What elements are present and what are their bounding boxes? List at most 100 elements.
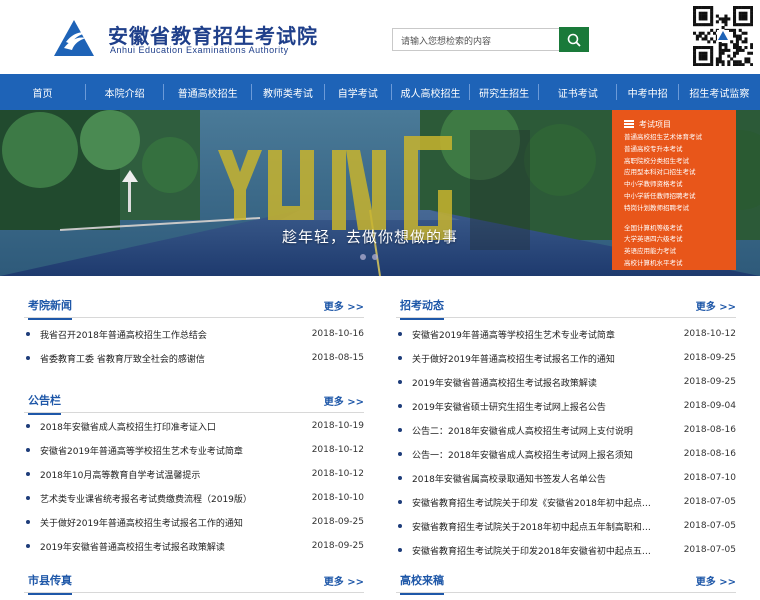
news-date: 2018-08-16	[683, 449, 736, 459]
site-logo-icon[interactable]	[52, 18, 96, 58]
banner-dots	[360, 254, 378, 260]
news-row[interactable]: 2019年安徽省硕士研究生招生考试网上报名公告 2018-09-04	[396, 394, 736, 418]
bullet-icon	[26, 356, 30, 360]
news-title[interactable]: 2018年安徽省属高校录取通知书签发人名单公告	[412, 472, 677, 485]
qr-code-icon	[693, 6, 753, 66]
news-row[interactable]: 2018年安徽省成人高校招生打印准考证入口 2018-10-19	[24, 414, 364, 438]
news-title[interactable]: 安徽省教育招生考试院关于2018年初中起点五年制高职和…	[412, 520, 677, 533]
bullet-icon	[398, 548, 402, 552]
news-row[interactable]: 公告一：2018年安徽省成人高校招生考试网上报名须知 2018-08-16	[396, 442, 736, 466]
news-date: 2018-07-05	[683, 545, 736, 555]
search-button[interactable]	[559, 27, 589, 52]
more-link[interactable]: 更多 >>	[324, 298, 364, 313]
news-title[interactable]: 安徽省教育招生考试院关于印发《安徽省2018年初中起点…	[412, 496, 677, 509]
bullet-icon	[398, 452, 402, 456]
news-row[interactable]: 2019年安徽省普通高校招生考试报名政策解读 2018-09-25	[396, 370, 736, 394]
nav-item[interactable]: 证书考试	[539, 74, 616, 110]
more-link[interactable]: 更多 >>	[324, 393, 364, 408]
news-title[interactable]: 安徽省2019年普通高等学校招生艺术专业考试简章	[40, 444, 305, 457]
nav-item[interactable]: 首页	[0, 74, 85, 110]
news-title[interactable]: 公告一：2018年安徽省成人高校招生考试网上报名须知	[412, 448, 677, 461]
news-row[interactable]: 安徽省2019年普通高等学校招生艺术专业考试简章 2018-10-12	[396, 322, 736, 346]
news-row[interactable]: 2018年10月高等教育自学考试温馨提示 2018-10-12	[24, 462, 364, 486]
banner-dot[interactable]	[360, 254, 366, 260]
bullet-icon	[26, 520, 30, 524]
nav-item[interactable]: 本院介绍	[86, 74, 163, 110]
news-title[interactable]: 公告二：2018年安徽省成人高校招生考试网上支付说明	[412, 424, 677, 437]
banner-dot[interactable]	[372, 254, 378, 260]
news-row[interactable]: 关于做好2019年普通高校招生考试报名工作的通知 2018-09-25	[396, 346, 736, 370]
section-title[interactable]: 公告栏	[28, 392, 61, 415]
section-university-submissions: 高校来稿 更多 >>	[396, 568, 736, 595]
section-title[interactable]: 高校来稿	[400, 572, 444, 595]
exam-gap	[624, 215, 736, 223]
exam-panel-title: 考试项目	[639, 119, 671, 129]
news-date: 2018-10-16	[311, 329, 364, 339]
exam-link[interactable]: 大学英语四六级考试	[624, 234, 736, 246]
news-date: 2018-10-12	[683, 329, 736, 339]
news-date: 2018-10-12	[311, 445, 364, 455]
more-link[interactable]: 更多 >>	[324, 573, 364, 588]
news-title[interactable]: 2019年安徽省硕士研究生招生考试网上报名公告	[412, 400, 677, 413]
news-title[interactable]: 关于做好2019年普通高校招生考试报名工作的通知	[40, 516, 305, 529]
news-row[interactable]: 安徽省教育招生考试院关于印发2018年安徽省初中起点五… 2018-07-05	[396, 538, 736, 562]
news-date: 2018-07-05	[683, 497, 736, 507]
news-title[interactable]: 2018年10月高等教育自学考试温馨提示	[40, 468, 305, 481]
news-row[interactable]: 艺术类专业课省统考报名考试费缴费流程（2019版） 2018-10-10	[24, 486, 364, 510]
news-row[interactable]: 公告二：2018年安徽省成人高校招生考试网上支付说明 2018-08-16	[396, 418, 736, 442]
nav-item[interactable]: 教师类考试	[252, 74, 324, 110]
news-row[interactable]: 安徽省2019年普通高等学校招生艺术专业考试简章 2018-10-12	[24, 438, 364, 462]
bullet-icon	[26, 448, 30, 452]
exam-link[interactable]: 特岗计划教师招聘考试	[624, 203, 736, 215]
bullet-icon	[398, 332, 402, 336]
nav-item[interactable]: 自学考试	[325, 74, 391, 110]
nav-item[interactable]: 成人高校招生	[392, 74, 469, 110]
section-title[interactable]: 考院新闻	[28, 297, 72, 320]
exam-link[interactable]: 普通高校专升本考试	[624, 144, 736, 156]
news-title[interactable]: 我省召开2018年普通高校招生工作总结会	[40, 328, 305, 341]
exam-link[interactable]: 中小学新任教师招聘考试	[624, 191, 736, 203]
exam-projects-panel: 考试项目 普通高校招生艺术体育考试 普通高校专升本考试 高职院校分类招生考试 应用型本…	[612, 110, 736, 270]
nav-item[interactable]: 普通高校招生	[164, 74, 251, 110]
news-title[interactable]: 安徽省教育招生考试院关于印发2018年安徽省初中起点五…	[412, 544, 677, 557]
exam-link[interactable]: 普通高校招生艺术体育考试	[624, 132, 736, 144]
news-title[interactable]: 安徽省2019年普通高等学校招生艺术专业考试简章	[412, 328, 677, 341]
section-title[interactable]: 招考动态	[400, 297, 444, 320]
news-title[interactable]: 2018年安徽省成人高校招生打印准考证入口	[40, 420, 305, 433]
search-input[interactable]: 请输入您想检索的内容	[392, 28, 560, 51]
news-title[interactable]: 2019年安徽省普通高校招生考试报名政策解读	[412, 376, 677, 389]
nav-item[interactable]: 研究生招生	[470, 74, 538, 110]
nav-item[interactable]: 招生考试监察	[679, 74, 760, 110]
exam-link[interactable]: 中小学教师资格考试	[624, 179, 736, 191]
nav-item[interactable]: 中考中招	[617, 74, 677, 110]
news-title[interactable]: 省委教育工委 省教育厅致全社会的感谢信	[40, 352, 305, 365]
bullet-icon	[398, 356, 402, 360]
section-admission-news: 招考动态 更多 >> 安徽省2019年普通高等学校招生艺术专业考试简章 2018-…	[396, 293, 736, 562]
more-link[interactable]: 更多 >>	[696, 298, 736, 313]
news-row[interactable]: 省委教育工委 省教育厅致全社会的感谢信 2018-08-15	[24, 346, 364, 370]
news-date: 2018-09-25	[311, 541, 364, 551]
exam-link[interactable]: 全国计算机等级考试	[624, 223, 736, 235]
news-date: 2018-10-12	[311, 469, 364, 479]
bullet-icon	[26, 472, 30, 476]
exam-link[interactable]: 高职院校分类招生考试	[624, 156, 736, 168]
news-row[interactable]: 2019年安徽省普通高校招生考试报名政策解读 2018-09-25	[24, 534, 364, 558]
news-title[interactable]: 关于做好2019年普通高校招生考试报名工作的通知	[412, 352, 677, 365]
news-date: 2018-08-15	[311, 353, 364, 363]
exam-link[interactable]: 应用型本科对口招生考试	[624, 167, 736, 179]
bullet-icon	[398, 428, 402, 432]
news-row[interactable]: 安徽省教育招生考试院关于印发《安徽省2018年初中起点… 2018-07-05	[396, 490, 736, 514]
exam-link[interactable]: 英语应用能力考试	[624, 246, 736, 258]
exam-link[interactable]: 高校计算机水平考试	[624, 258, 736, 270]
news-row[interactable]: 关于做好2019年普通高校招生考试报名工作的通知 2018-09-25	[24, 510, 364, 534]
menu-icon	[624, 120, 634, 128]
bullet-icon	[26, 496, 30, 500]
news-row[interactable]: 安徽省教育招生考试院关于2018年初中起点五年制高职和… 2018-07-05	[396, 514, 736, 538]
news-row[interactable]: 我省召开2018年普通高校招生工作总结会 2018-10-16	[24, 322, 364, 346]
news-row[interactable]: 2018年安徽省属高校录取通知书签发人名单公告 2018-07-10	[396, 466, 736, 490]
news-title[interactable]: 艺术类专业课省统考报名考试费缴费流程（2019版）	[40, 492, 305, 505]
bullet-icon	[398, 404, 402, 408]
news-title[interactable]: 2019年安徽省普通高校招生考试报名政策解读	[40, 540, 305, 553]
section-title[interactable]: 市县传真	[28, 572, 72, 595]
more-link[interactable]: 更多 >>	[696, 573, 736, 588]
